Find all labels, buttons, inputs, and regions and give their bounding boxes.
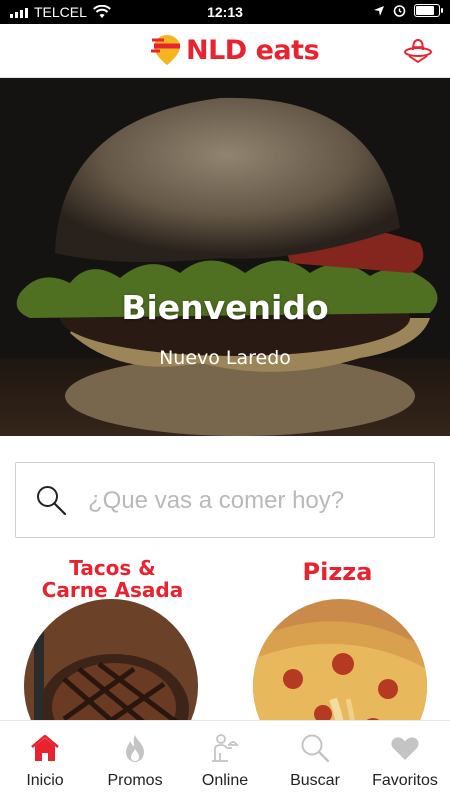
sombrero-icon[interactable] [404, 38, 432, 64]
category-title-line2: Carne Asada [41, 578, 184, 602]
search-box[interactable] [15, 462, 435, 538]
hero-title: Bienvenido [121, 288, 329, 327]
category-title: Pizza [302, 558, 373, 586]
nav-label: Online [201, 772, 249, 789]
category-title-line1: Tacos & [69, 556, 156, 580]
heart-icon [391, 737, 419, 760]
nav-item-favoritos[interactable]: Favoritos [360, 721, 450, 800]
hero-overlay [0, 78, 450, 436]
waiter-icon [212, 734, 238, 762]
category-tacos[interactable]: Tacos & Carne Asada [0, 553, 225, 725]
brand-suffix: eats [255, 34, 320, 66]
nav-label: Inicio [26, 772, 64, 789]
category-pizza[interactable]: Pizza [225, 553, 450, 725]
nav-label: Favoritos [372, 772, 438, 789]
app-header: NLD eats [0, 24, 450, 78]
brand-logo[interactable]: NLD eats [150, 32, 320, 68]
nav-item-online[interactable]: Online [180, 721, 270, 800]
search-section [0, 436, 450, 552]
tacos-image [24, 599, 198, 725]
hero-banner: Bienvenido Nuevo Laredo [0, 78, 450, 436]
brand-prefix: NLD [186, 34, 247, 66]
bottom-nav: Inicio Promos Online Buscar Favoritos [0, 720, 450, 800]
location-arrow-icon [374, 5, 384, 16]
search-icon [301, 734, 330, 763]
home-icon [31, 734, 59, 761]
nav-item-inicio[interactable]: Inicio [0, 721, 90, 800]
search-icon [37, 486, 67, 516]
category-title: Tacos & Carne Asada [0, 557, 225, 601]
alarm-icon [393, 5, 406, 17]
brand-pin-icon [151, 35, 180, 65]
brand-name: NLD eats [186, 34, 320, 66]
hero-subtitle: Nuevo Laredo [159, 347, 291, 369]
pizza-image [253, 599, 427, 725]
category-list: Tacos & Carne Asada Pizza [0, 553, 450, 725]
flame-icon [126, 735, 144, 762]
nav-label: Promos [107, 772, 163, 789]
search-input[interactable] [88, 483, 418, 519]
battery-icon [414, 4, 443, 17]
status-bar: TELCEL 12:13 [0, 0, 450, 24]
nav-label: Buscar [290, 772, 340, 789]
nav-item-buscar[interactable]: Buscar [270, 721, 360, 800]
nav-item-promos[interactable]: Promos [90, 721, 180, 800]
